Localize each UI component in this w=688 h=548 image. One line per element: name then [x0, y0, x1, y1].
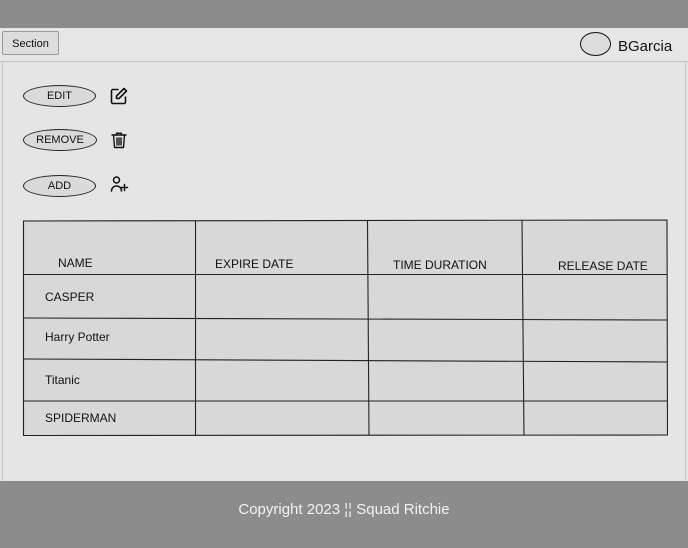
footer: Copyright 2023 ¦¦ Squad Ritchie — [0, 481, 688, 548]
top-band — [0, 0, 688, 28]
add-button[interactable]: ADD — [23, 175, 96, 197]
table-row-name[interactable]: SPIDERMAN — [45, 411, 116, 425]
edit-icon[interactable] — [109, 86, 129, 106]
table-grid — [22, 219, 668, 437]
copyright-text: Copyright 2023 ¦¦ Squad Ritchie — [238, 501, 450, 518]
remove-button[interactable]: REMOVE — [23, 129, 97, 151]
table-row-name[interactable]: Titanic — [45, 373, 80, 387]
section-tab[interactable]: Section 3 — [2, 31, 59, 74]
column-header-name: NAME — [58, 256, 93, 270]
table-row-name[interactable]: Harry Potter — [45, 330, 110, 344]
avatar[interactable] — [580, 32, 611, 56]
movies-table: NAME EXPIRE DATE TIME DURATION RELEASE D… — [22, 219, 668, 437]
header-bar: Section 3 BGarcia — [0, 28, 688, 74]
column-header-time-duration: TIME DURATION — [393, 258, 487, 272]
add-user-icon[interactable] — [109, 174, 129, 194]
username-label: BGarcia — [618, 38, 673, 55]
column-header-release-date: RELEASE DATE — [558, 259, 648, 273]
column-header-expire-date: EXPIRE DATE — [215, 257, 294, 271]
table-row-name[interactable]: CASPER — [45, 290, 94, 304]
trash-icon[interactable] — [109, 130, 129, 150]
edit-button[interactable]: EDIT — [23, 85, 96, 107]
